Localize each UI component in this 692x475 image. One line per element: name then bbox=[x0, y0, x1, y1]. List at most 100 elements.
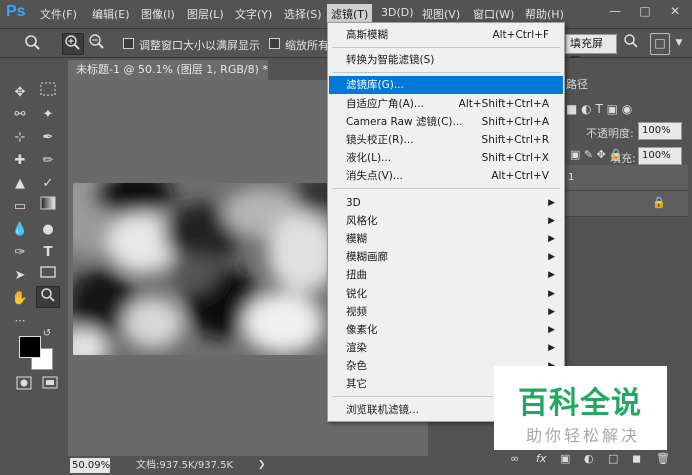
marquee-tool-icon[interactable] bbox=[36, 82, 60, 104]
menu-item-render[interactable]: 渲染 ▶ bbox=[329, 339, 563, 357]
hand-tool-icon[interactable]: ✋ bbox=[8, 288, 32, 310]
rectangle-tool-icon[interactable] bbox=[36, 265, 60, 287]
submenu-arrow-icon: ▶ bbox=[548, 198, 555, 208]
opacity-label: 不透明度: bbox=[586, 127, 634, 140]
status-bar: 50.09% 文档:937.5K/937.5K ❯ bbox=[68, 456, 428, 475]
close-icon[interactable]: ✕ bbox=[664, 4, 686, 22]
menu-separator bbox=[332, 188, 560, 189]
type-tool-icon[interactable]: T bbox=[36, 242, 60, 264]
zoom-tool-icon[interactable] bbox=[36, 286, 60, 308]
zoom-in-icon[interactable] bbox=[62, 33, 84, 55]
eyedropper-tool-icon[interactable]: ✒ bbox=[36, 127, 60, 149]
zoom-all-checkbox[interactable] bbox=[269, 38, 280, 49]
maximize-icon[interactable]: □ bbox=[634, 4, 656, 22]
menu-filter[interactable]: 滤镜(T) bbox=[327, 4, 373, 24]
menu-item-liquify[interactable]: 液化(L)... Shift+Ctrl+X bbox=[329, 149, 563, 167]
menu-help[interactable]: 帮助(H) bbox=[525, 6, 564, 22]
eraser-tool-icon[interactable]: ▭ bbox=[8, 196, 32, 218]
swap-colors-icon[interactable]: ↺ bbox=[40, 328, 54, 340]
adjustment-layer-icon[interactable]: ◐ bbox=[584, 452, 594, 465]
foreground-color-swatch[interactable] bbox=[19, 336, 41, 358]
menu-item-camera-raw[interactable]: Camera Raw 滤镜(C)... Shift+Ctrl+A bbox=[329, 113, 563, 131]
layer-row[interactable]: 1 bbox=[560, 165, 688, 191]
clone-stamp-tool-icon[interactable]: ▲ bbox=[8, 173, 32, 195]
menu-3d[interactable]: 3D(D) bbox=[381, 6, 414, 19]
submenu-arrow-icon: ▶ bbox=[548, 234, 555, 244]
path-selection-tool-icon[interactable]: ➤ bbox=[8, 265, 32, 287]
dodge-tool-icon[interactable]: ● bbox=[36, 219, 60, 241]
pen-tool-icon[interactable]: ✑ bbox=[8, 242, 32, 264]
menu-item-filter-gallery[interactable]: 滤镜库(G)... bbox=[329, 76, 563, 94]
new-group-icon[interactable]: □ bbox=[608, 452, 618, 465]
photoshop-logo: Ps bbox=[6, 3, 26, 20]
zoom-out-icon[interactable] bbox=[86, 33, 108, 55]
paths-tab[interactable]: 路径 bbox=[566, 76, 588, 92]
background-layer-row[interactable]: 🔒 bbox=[560, 191, 688, 217]
menu-file[interactable]: 文件(F) bbox=[40, 6, 77, 22]
layer-filter-icons[interactable]: ■ ◐ T ▣ ◉ bbox=[566, 102, 632, 116]
gradient-tool-icon[interactable] bbox=[36, 196, 60, 218]
resize-window-checkbox[interactable] bbox=[123, 38, 134, 49]
fill-screen-button[interactable]: 填充屏幕 bbox=[565, 34, 617, 68]
menu-window[interactable]: 窗口(W) bbox=[473, 6, 514, 22]
brush-tool-icon[interactable]: ✏ bbox=[36, 150, 60, 172]
delete-layer-icon[interactable]: 🗑 bbox=[656, 452, 670, 465]
menu-layer[interactable]: 图层(L) bbox=[187, 6, 224, 22]
menu-type[interactable]: 文字(Y) bbox=[235, 6, 272, 22]
toolbox: ✥ ⚯ ✦ ⊹ ✒ ✚ ✏ ▲ ✓ ▭ 💧 ● ✑ T ➤ ✋ ⋯ ↺ bbox=[0, 58, 64, 475]
submenu-arrow-icon: ▶ bbox=[548, 343, 555, 353]
workspace-icon[interactable]: □ bbox=[650, 33, 670, 55]
zoom-level-field[interactable]: 50.09% bbox=[70, 458, 110, 473]
submenu-arrow-icon: ▶ bbox=[548, 307, 555, 317]
menu-item-adaptive-wide-angle[interactable]: 自适应广角(A)... Alt+Shift+Ctrl+A bbox=[329, 95, 563, 113]
canvas-image[interactable] bbox=[73, 183, 331, 355]
minimize-icon[interactable]: — bbox=[604, 4, 626, 22]
menu-item-pixelate[interactable]: 像素化 ▶ bbox=[329, 321, 563, 339]
zoom-all-label: 缩放所有 bbox=[285, 39, 327, 52]
watermark-subtitle: 助你轻松解决 bbox=[526, 426, 641, 445]
menu-item-stylize[interactable]: 风格化 ▶ bbox=[329, 212, 563, 230]
menu-item-blur-gallery[interactable]: 模糊画廊 ▶ bbox=[329, 248, 563, 266]
link-layers-icon[interactable]: ∞ bbox=[510, 452, 519, 465]
quick-mask-icon[interactable] bbox=[12, 376, 36, 398]
fill-label: 填充: bbox=[610, 152, 636, 165]
menu-item-3d[interactable]: 3D ▶ bbox=[329, 194, 563, 212]
menu-edit[interactable]: 编辑(E) bbox=[92, 6, 130, 22]
chevron-right-icon[interactable]: ❯ bbox=[258, 456, 266, 475]
filter-menu-dropdown: 高斯模糊 Alt+Ctrl+F 转换为智能滤镜(S) 滤镜库(G)... 自适应广… bbox=[327, 22, 565, 422]
add-mask-icon[interactable]: ▣ bbox=[560, 452, 570, 465]
magic-wand-tool-icon[interactable]: ✦ bbox=[36, 104, 60, 126]
opacity-field[interactable]: 100% bbox=[638, 122, 682, 140]
blur-tool-icon[interactable]: 💧 bbox=[8, 219, 32, 241]
menu-item-vanishing-point[interactable]: 消失点(V)... Alt+Ctrl+V bbox=[329, 167, 563, 185]
menu-item-distort[interactable]: 扭曲 ▶ bbox=[329, 266, 563, 284]
menu-item-convert-smart-filter[interactable]: 转换为智能滤镜(S) bbox=[329, 51, 563, 69]
history-brush-tool-icon[interactable]: ✓ bbox=[36, 173, 60, 195]
submenu-arrow-icon: ▶ bbox=[548, 252, 555, 262]
menu-view[interactable]: 视图(V) bbox=[422, 6, 460, 22]
crop-tool-icon[interactable]: ⊹ bbox=[8, 127, 32, 149]
menu-item-sharpen[interactable]: 锐化 ▶ bbox=[329, 285, 563, 303]
menu-select[interactable]: 选择(S) bbox=[284, 6, 322, 22]
menu-item-lens-correction[interactable]: 镜头校正(R)... Shift+Ctrl+R bbox=[329, 131, 563, 149]
document-tab[interactable]: 未标题-1 @ 50.1% (图层 1, RGB/8) * bbox=[68, 60, 268, 80]
move-tool-icon[interactable]: ✥ bbox=[8, 82, 32, 104]
chevron-down-icon[interactable]: ▼ bbox=[672, 33, 686, 55]
new-layer-icon[interactable]: ◼ bbox=[632, 452, 641, 465]
menu-image[interactable]: 图像(I) bbox=[141, 6, 175, 22]
healing-brush-tool-icon[interactable]: ✚ bbox=[8, 150, 32, 172]
menu-separator bbox=[332, 47, 560, 48]
more-tools-icon[interactable]: ⋯ bbox=[8, 310, 32, 332]
screen-mode-icon[interactable] bbox=[38, 376, 62, 398]
menu-item-gaussian-blur[interactable]: 高斯模糊 Alt+Ctrl+F bbox=[329, 26, 563, 44]
zoom-tool-preset-icon[interactable] bbox=[18, 33, 48, 55]
menu-item-blur[interactable]: 模糊 ▶ bbox=[329, 230, 563, 248]
submenu-arrow-icon: ▶ bbox=[548, 270, 555, 280]
layer-name: 1 bbox=[568, 172, 575, 183]
fx-icon[interactable]: fx bbox=[536, 452, 546, 465]
menu-item-video[interactable]: 视频 ▶ bbox=[329, 303, 563, 321]
resize-window-label: 调整窗口大小以满屏显示 bbox=[139, 39, 260, 52]
fill-field[interactable]: 100% bbox=[638, 147, 682, 165]
search-icon[interactable] bbox=[620, 33, 642, 55]
lasso-tool-icon[interactable]: ⚯ bbox=[8, 104, 32, 126]
